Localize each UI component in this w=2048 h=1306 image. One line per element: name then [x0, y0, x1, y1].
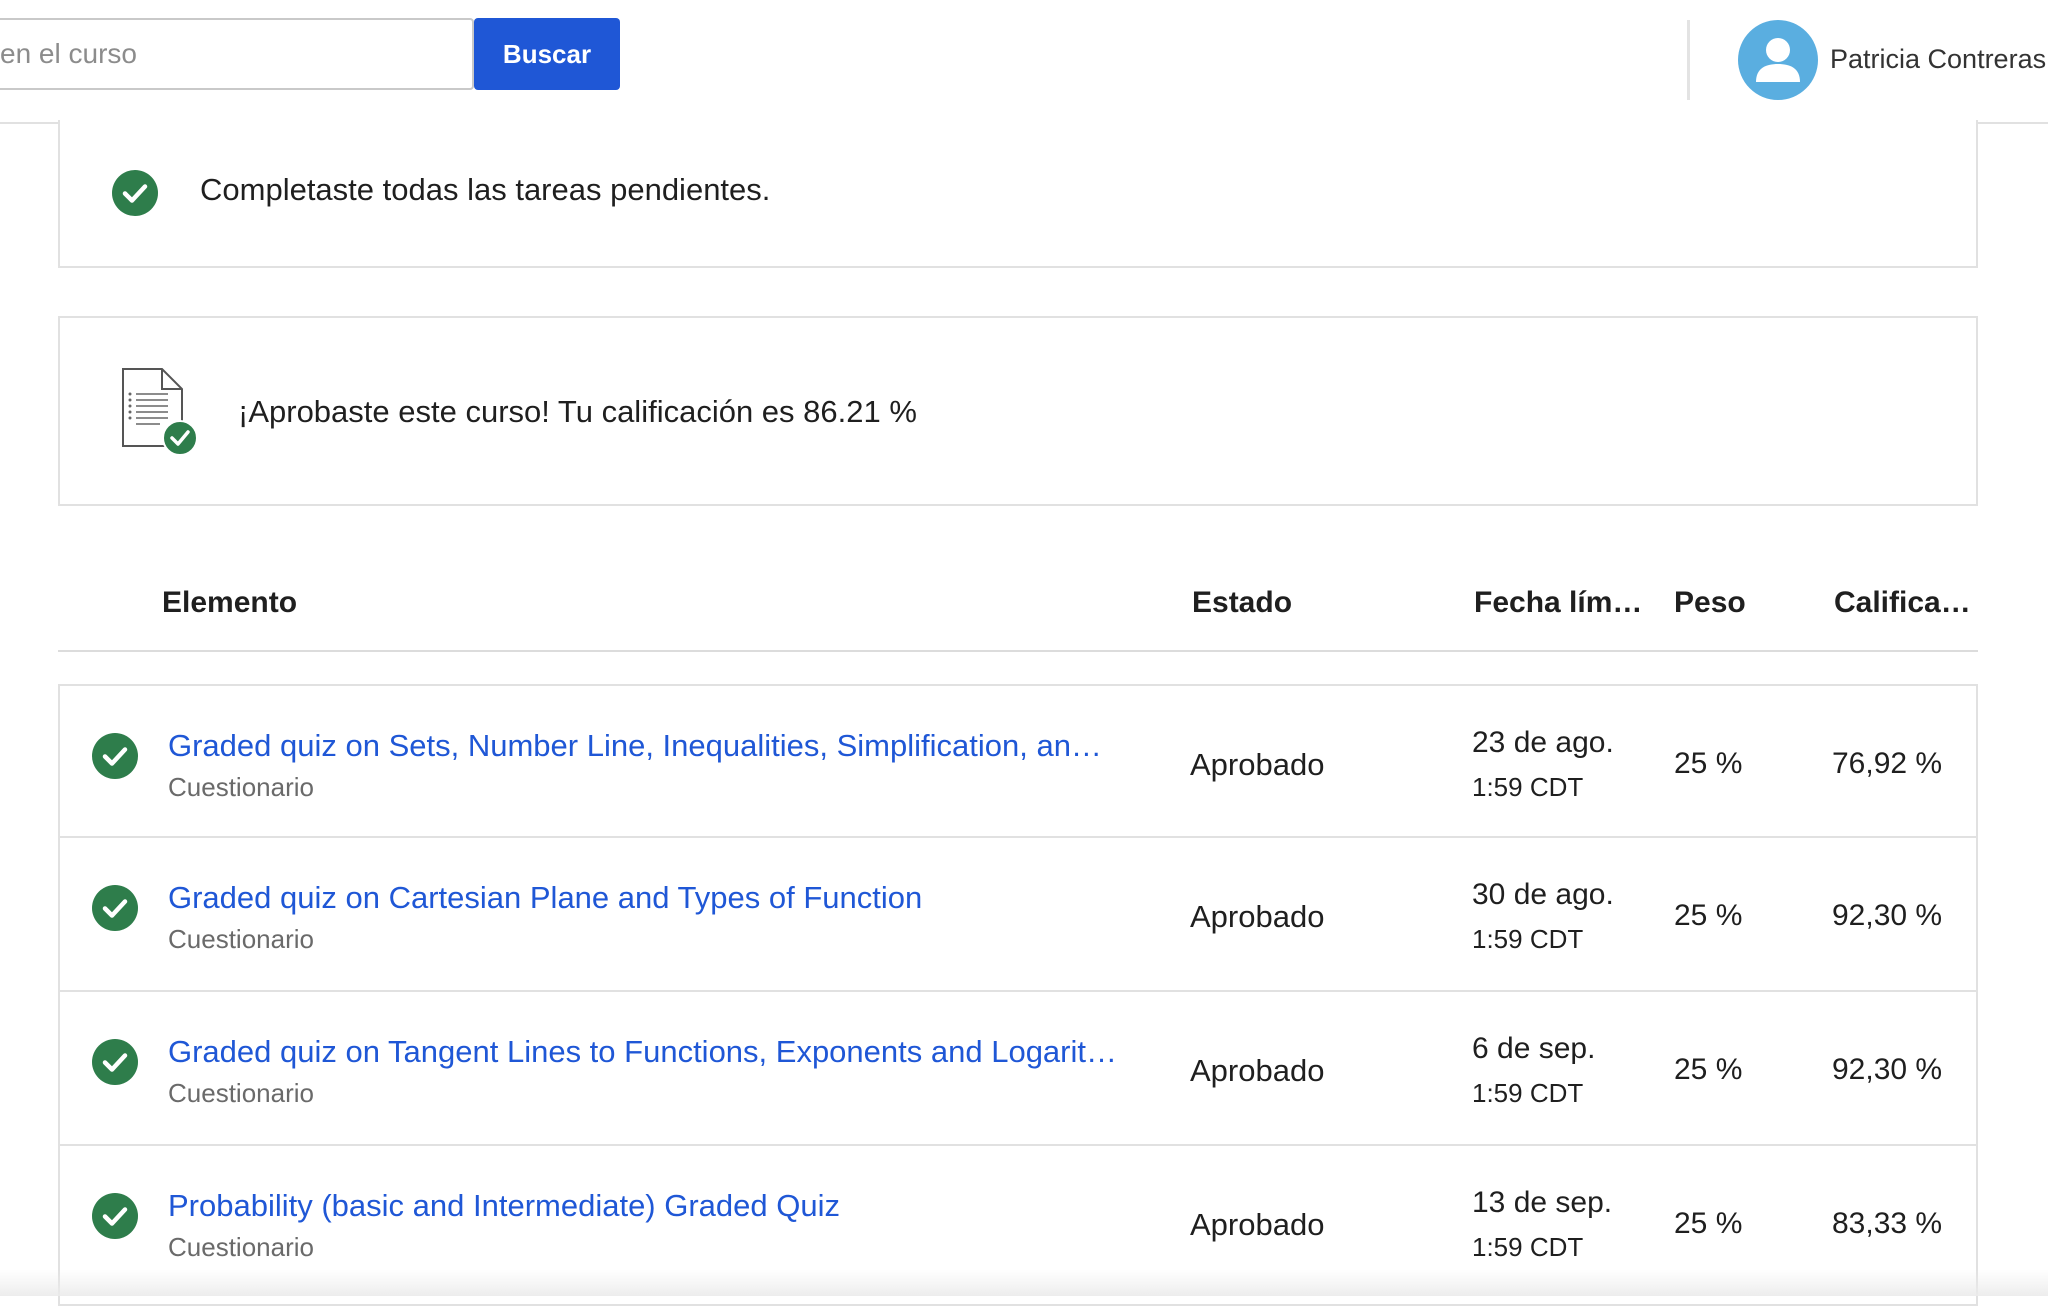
item-grade: 76,92 %	[1832, 747, 1943, 780]
user-name[interactable]: Patricia Contreras	[1830, 44, 2046, 75]
due-time: 1:59 CDT	[1472, 772, 1584, 802]
search-button[interactable]: Buscar	[474, 18, 620, 90]
due-date: 23 de ago.	[1472, 726, 1614, 759]
item-type: Cuestionario	[168, 772, 314, 802]
table-row: Graded quiz on Sets, Number Line, Inequa…	[58, 684, 1978, 838]
check-circle-icon	[92, 733, 138, 779]
search-input[interactable]	[0, 18, 474, 90]
item-type: Cuestionario	[168, 924, 314, 954]
item-weight: 25 %	[1674, 1207, 1743, 1240]
user-avatar-icon[interactable]	[1738, 20, 1818, 100]
column-header-grade[interactable]: Califica…	[1834, 586, 1971, 620]
course-passed-message: ¡Aprobaste este curso! Tu calificación e…	[238, 394, 917, 429]
item-type: Cuestionario	[168, 1078, 314, 1108]
item-status: Aprobado	[1190, 899, 1325, 934]
check-circle-icon	[92, 1039, 138, 1085]
item-weight: 25 %	[1674, 1053, 1743, 1086]
quiz-link[interactable]: Graded quiz on Sets, Number Line, Inequa…	[168, 728, 1102, 764]
column-header-status[interactable]: Estado	[1192, 586, 1292, 620]
scroll-fade	[0, 1270, 2048, 1296]
column-header-weight[interactable]: Peso	[1674, 586, 1746, 620]
course-passed-notice: ¡Aprobaste este curso! Tu calificación e…	[58, 316, 1978, 506]
item-type: Cuestionario	[168, 1232, 314, 1262]
due-time: 1:59 CDT	[1472, 1078, 1584, 1108]
due-date: 30 de ago.	[1472, 878, 1614, 911]
column-header-due-date[interactable]: Fecha lím…	[1474, 586, 1642, 620]
topbar-divider	[1687, 20, 1690, 100]
item-status: Aprobado	[1190, 747, 1325, 782]
item-weight: 25 %	[1674, 899, 1743, 932]
item-grade: 92,30 %	[1832, 899, 1943, 932]
check-circle-icon	[92, 885, 138, 931]
item-status: Aprobado	[1190, 1207, 1325, 1242]
item-status: Aprobado	[1190, 1053, 1325, 1088]
due-time: 1:59 CDT	[1472, 924, 1584, 954]
quiz-link[interactable]: Graded quiz on Cartesian Plane and Types…	[168, 880, 922, 916]
table-row: Graded quiz on Tangent Lines to Function…	[58, 992, 1978, 1146]
due-time: 1:59 CDT	[1472, 1232, 1584, 1262]
item-grade: 92,30 %	[1832, 1053, 1943, 1086]
item-grade: 83,33 %	[1832, 1207, 1943, 1240]
tasks-complete-notice: Completaste todas las tareas pendientes.	[58, 120, 1978, 268]
due-date: 13 de sep.	[1472, 1186, 1613, 1219]
document-check-icon	[120, 366, 200, 458]
quiz-link[interactable]: Probability (basic and Intermediate) Gra…	[168, 1188, 840, 1224]
column-header-item[interactable]: Elemento	[162, 586, 297, 620]
check-circle-icon	[112, 170, 158, 216]
quiz-link[interactable]: Graded quiz on Tangent Lines to Function…	[168, 1034, 1117, 1070]
item-weight: 25 %	[1674, 747, 1743, 780]
grades-table-header: Elemento Estado Fecha lím… Peso Califica…	[58, 578, 1978, 652]
table-row: Graded quiz on Cartesian Plane and Types…	[58, 838, 1978, 992]
tasks-complete-message: Completaste todas las tareas pendientes.	[200, 172, 771, 207]
top-bar: Buscar Patricia Contreras	[0, 0, 2048, 124]
check-circle-icon	[92, 1193, 138, 1239]
due-date: 6 de sep.	[1472, 1032, 1596, 1065]
